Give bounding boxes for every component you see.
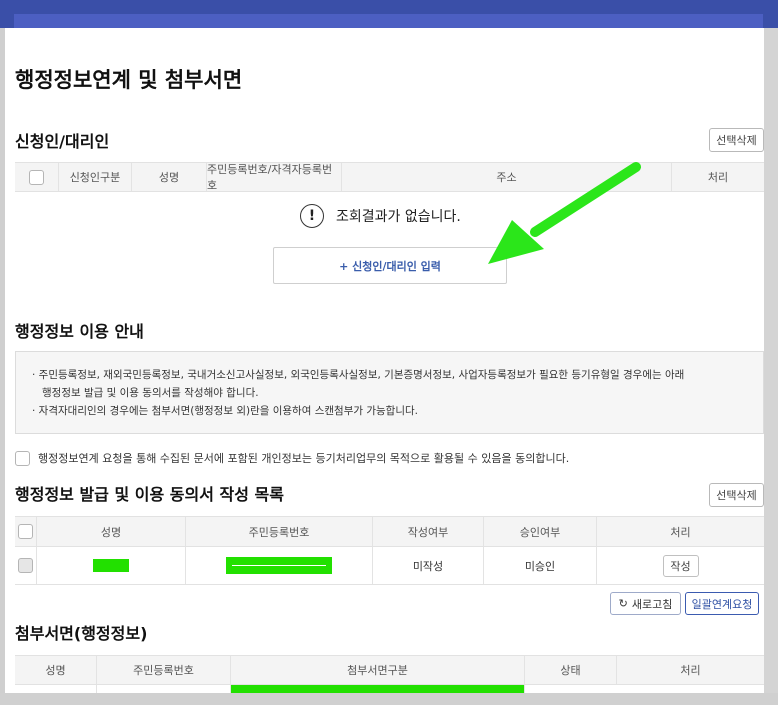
- consent-label: 행정정보연계 요청을 통해 수집된 문서에 포함된 개인정보는 등기처리업무의 …: [38, 452, 570, 465]
- page-title: 행정정보연계 및 첨부서면: [15, 68, 243, 92]
- col-attach-type: 첨부서면구분: [231, 656, 525, 684]
- empty-result-message: ! 조회결과가 없습니다.: [300, 204, 461, 228]
- col-consent-approval: 승인여부: [484, 517, 597, 546]
- col-attach-id: 주민등록번호: [97, 656, 231, 684]
- row-checkbox[interactable]: [18, 558, 33, 573]
- row-approval: 미승인: [484, 547, 597, 584]
- guide-line-1: · 주민등록정보, 재외국민등록정보, 국내거소신고사실정보, 외국인등록사실정…: [32, 369, 685, 381]
- col-consent-name: 성명: [37, 517, 186, 546]
- redacted-attachment: [231, 685, 524, 693]
- col-applicant-type: 신청인구분: [59, 163, 132, 191]
- col-consent-id: 주민등록번호: [186, 517, 373, 546]
- consent-checkbox[interactable]: [15, 450, 30, 466]
- applicant-delete-button[interactable]: 선택삭제: [709, 128, 764, 152]
- col-consent-action: 처리: [670, 525, 691, 539]
- col-address: 주소: [342, 163, 672, 191]
- col-attach-state: 상태: [525, 656, 617, 684]
- refresh-label: 새로고침: [631, 597, 673, 611]
- guide-section-title: 행정정보 이용 안내: [15, 322, 144, 341]
- header-band: [14, 14, 763, 28]
- applicant-select-all-checkbox[interactable]: [29, 169, 44, 185]
- consent-list-header: 성명 주민등록번호 작성여부 승인여부 처리: [15, 516, 764, 547]
- redacted-id-number: [226, 557, 332, 574]
- refresh-icon: ↻: [618, 597, 628, 610]
- col-attach-action: 처리: [680, 664, 701, 677]
- alert-icon: !: [300, 204, 324, 228]
- attachments-partial-row: [15, 685, 764, 693]
- attachments-section-title: 첨부서면(행정정보): [15, 624, 148, 643]
- refresh-button[interactable]: ↻ 새로고침: [610, 592, 681, 615]
- row-status: 미작성: [373, 547, 484, 584]
- guide-line-2: 행정정보 발급 및 이용 동의서를 작성해야 합니다.: [42, 387, 259, 399]
- guide-info-box: · 주민등록정보, 재외국민등록정보, 국내거소신고사실정보, 외국인등록사실정…: [15, 351, 764, 434]
- batch-request-button[interactable]: 일괄연계요청: [685, 592, 759, 615]
- col-attach-name: 성명: [15, 656, 97, 684]
- col-consent-status: 작성여부: [373, 517, 484, 546]
- add-applicant-button[interactable]: + 신청인/대리인 입력: [273, 247, 507, 284]
- consent-list-title: 행정정보 발급 및 이용 동의서 작성 목록: [15, 485, 284, 504]
- guide-line-3: · 자격자대리인의 경우에는 첨부서면(행정정보 외)란을 이용하여 스캔첨부가…: [32, 405, 418, 417]
- applicant-section-title: 신청인/대리인: [15, 132, 110, 151]
- col-action: 처리: [707, 171, 729, 184]
- consent-list-select-all[interactable]: [18, 524, 33, 539]
- col-id-number: 주민등록번호/자격자등록번호: [207, 163, 342, 192]
- applicant-table-header: 신청인구분 성명 주민등록번호/자격자등록번호 주소 처리: [15, 162, 764, 192]
- col-name: 성명: [132, 163, 207, 191]
- consent-list-delete-button[interactable]: 선택삭제: [709, 483, 764, 507]
- attachments-table-header: 성명 주민등록번호 첨부서면구분 상태 처리: [15, 655, 764, 685]
- scrollbar-track[interactable]: [764, 28, 778, 705]
- write-button[interactable]: 작성: [662, 554, 699, 577]
- empty-result-text: 조회결과가 없습니다.: [336, 209, 461, 225]
- table-row[interactable]: 미작성 미승인 작성: [15, 547, 764, 585]
- bottom-edge: [0, 693, 778, 705]
- window-top-bar: [0, 0, 778, 28]
- consent-row[interactable]: 행정정보연계 요청을 통해 수집된 문서에 포함된 개인정보는 등기처리업무의 …: [15, 450, 569, 466]
- redacted-name: [93, 559, 129, 572]
